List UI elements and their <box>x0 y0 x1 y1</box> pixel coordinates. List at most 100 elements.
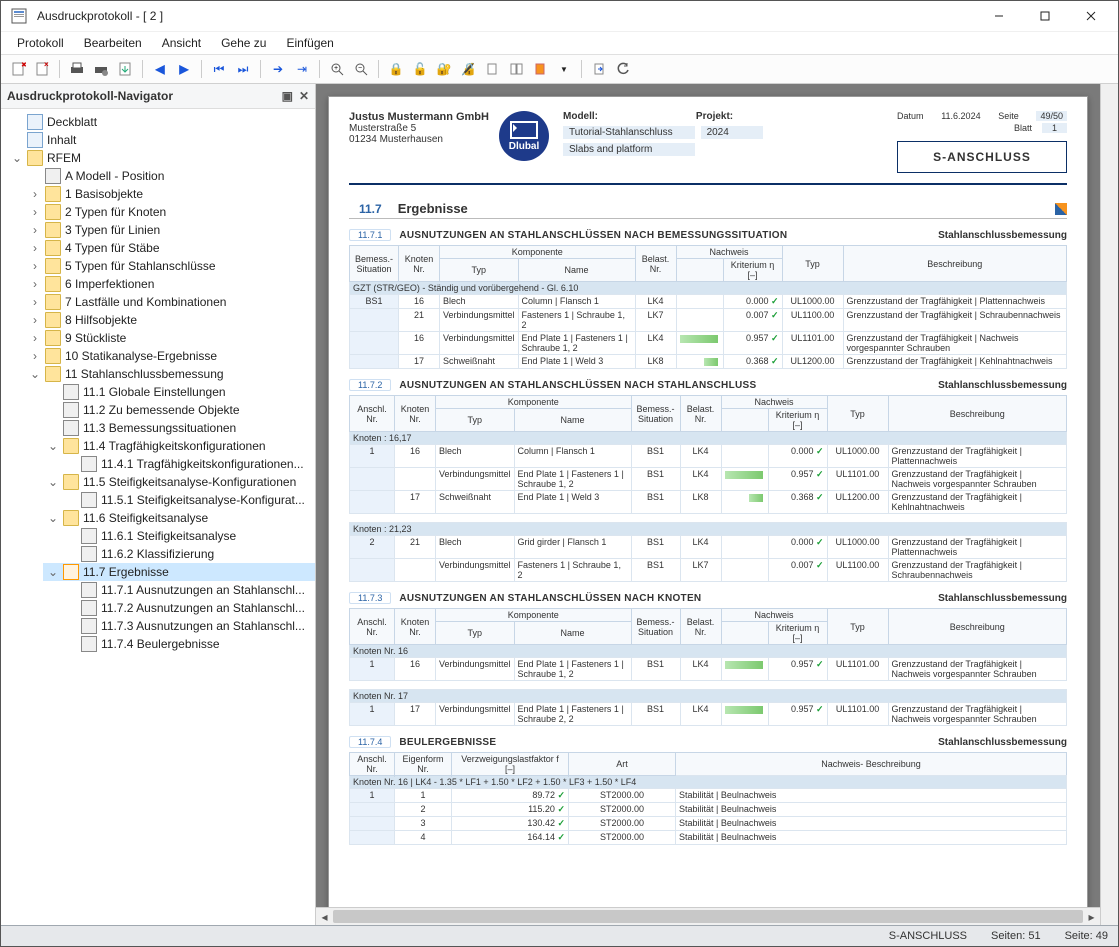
lock4-icon[interactable]: 🔏 <box>457 58 479 80</box>
preview-scroll[interactable]: Justus Mustermann GmbH Musterstraße 5 01… <box>316 84 1100 907</box>
horizontal-scrollbar[interactable]: ◂ ▸ <box>316 907 1100 925</box>
svg-text:✖: ✖ <box>21 62 26 69</box>
tree-a-modell[interactable]: A Modell - Position <box>25 167 315 185</box>
tree-11-7-2[interactable]: 11.7.2 Ausnutzungen an Stahlanschl... <box>61 599 315 617</box>
maximize-button[interactable] <box>1022 1 1068 31</box>
tree-11-3[interactable]: 11.3 Bemessungssituationen <box>43 419 315 437</box>
nav-pin-icon[interactable]: ▣ <box>282 89 293 103</box>
lock3-icon[interactable]: 🔐 <box>433 58 455 80</box>
table-row: BS116BlechColumn | Flansch 1LK4 0.000 ✓U… <box>350 295 1067 309</box>
tree-5[interactable]: ›5 Typen für Stahlanschlüsse <box>25 257 315 275</box>
menu-bearbeiten[interactable]: Bearbeiten <box>76 34 150 52</box>
nav-next-icon[interactable]: ▶ <box>173 58 195 80</box>
lock2-icon[interactable]: 🔓 <box>409 58 431 80</box>
chevron-down-icon[interactable]: ▼ <box>553 58 575 80</box>
vertical-scrollbar[interactable] <box>1100 84 1118 925</box>
window-title: Ausdruckprotokoll - [ 2 ] <box>33 9 976 23</box>
svg-text:+: + <box>334 65 338 72</box>
arrow-right-icon[interactable]: ➔ <box>267 58 289 80</box>
menu-bar: Protokoll Bearbeiten Ansicht Gehe zu Ein… <box>1 32 1118 55</box>
arrow-right2-icon[interactable]: ⇥ <box>291 58 313 80</box>
nav-prev-icon[interactable]: ◀ <box>149 58 171 80</box>
scroll-right-icon[interactable]: ▸ <box>1083 908 1100 925</box>
navigator-header: Ausdruckprotokoll-Navigator ▣ ✕ <box>1 84 315 109</box>
company-name: Justus Mustermann GmbH <box>349 111 489 123</box>
menu-einfuegen[interactable]: Einfügen <box>278 34 341 52</box>
refresh-icon[interactable] <box>612 58 634 80</box>
export-icon[interactable] <box>114 58 136 80</box>
report-header: Justus Mustermann GmbH Musterstraße 5 01… <box>349 111 1067 185</box>
tree-3[interactable]: ›3 Typen für Linien <box>25 221 315 239</box>
page1-icon[interactable] <box>481 58 503 80</box>
tree-11-6-2[interactable]: 11.6.2 Klassifizierung <box>61 545 315 563</box>
status-section: S-ANSCHLUSS <box>889 930 967 942</box>
title-bar: Ausdruckprotokoll - [ 2 ] <box>1 1 1118 32</box>
app-icon <box>11 8 27 24</box>
tree-11-7-3[interactable]: 11.7.3 Ausnutzungen an Stahlanschl... <box>61 617 315 635</box>
report-page: Justus Mustermann GmbH Musterstraße 5 01… <box>328 96 1088 907</box>
tree-11-4-1[interactable]: 11.4.1 Tragfähigkeitskonfigurationen... <box>61 455 315 473</box>
app-window: Ausdruckprotokoll - [ 2 ] Protokoll Bear… <box>0 0 1119 947</box>
tree-deckblatt[interactable]: Deckblatt <box>7 113 315 131</box>
close-button[interactable] <box>1068 1 1114 31</box>
menu-gehezu[interactable]: Gehe zu <box>213 34 274 52</box>
page-add-icon[interactable]: ✖ <box>7 58 29 80</box>
tree-11-5[interactable]: ⌄11.5 Steifigkeitsanalyse-Konfiguratione… <box>43 473 315 491</box>
tree-9[interactable]: ›9 Stückliste <box>25 329 315 347</box>
meta-model: Tutorial-Stahlanschluss <box>563 126 695 139</box>
table-row: VerbindungsmittelEnd Plate 1 | Fasteners… <box>350 468 1067 491</box>
tree-11-2[interactable]: 11.2 Zu bemessende Objekte <box>43 401 315 419</box>
meta-extra: Slabs and platform <box>563 143 695 156</box>
tree-10[interactable]: ›10 Statikanalyse-Ergebnisse <box>25 347 315 365</box>
tree-11-6-1[interactable]: 11.6.1 Steifigkeitsanalyse <box>61 527 315 545</box>
navigator-tree[interactable]: Deckblatt Inhalt ⌄RFEM A Modell - Positi… <box>1 109 315 925</box>
tree-rfem[interactable]: ⌄RFEM <box>7 149 315 167</box>
tree-inhalt[interactable]: Inhalt <box>7 131 315 149</box>
table-row: 1189.72 ✓ST2000.00Stabilität | Beulnachw… <box>350 789 1067 803</box>
page-remove-icon[interactable]: × <box>31 58 53 80</box>
table-row: 116BlechColumn | Flansch 1BS1LK4 0.000 ✓… <box>350 445 1067 468</box>
page-orange-icon[interactable] <box>529 58 551 80</box>
zoom-in-icon[interactable]: + <box>326 58 348 80</box>
navigator-title: Ausdruckprotokoll-Navigator <box>7 89 173 103</box>
nav-first-icon[interactable]: ⏮ <box>208 58 230 80</box>
nav-last-icon[interactable]: ⏭ <box>232 58 254 80</box>
tree-11-6[interactable]: ⌄11.6 Steifigkeitsanalyse <box>43 509 315 527</box>
tree-11-7-1[interactable]: 11.7.1 Ausnutzungen an Stahlanschl... <box>61 581 315 599</box>
tree-11-4[interactable]: ⌄11.4 Tragfähigkeitskonfigurationen <box>43 437 315 455</box>
company-city: 01234 Musterhausen <box>349 134 443 145</box>
page2-icon[interactable] <box>505 58 527 80</box>
tree-7[interactable]: ›7 Lastfälle und Kombinationen <box>25 293 315 311</box>
tree-1[interactable]: ›1 Basisobjekte <box>25 185 315 203</box>
svg-text:×: × <box>44 61 49 69</box>
table-row: VerbindungsmittelFasteners 1 | Schraube … <box>350 559 1067 582</box>
minimize-button[interactable] <box>976 1 1022 31</box>
print-icon[interactable] <box>66 58 88 80</box>
tree-11-7-4[interactable]: 11.7.4 Beulergebnisse <box>61 635 315 653</box>
tree-11-1[interactable]: 11.1 Globale Einstellungen <box>43 383 315 401</box>
table-row: 3130.42 ✓ST2000.00Stabilität | Beulnachw… <box>350 817 1067 831</box>
doc-arrow-icon[interactable] <box>588 58 610 80</box>
tree-6[interactable]: ›6 Imperfektionen <box>25 275 315 293</box>
zoom-out-icon[interactable]: − <box>350 58 372 80</box>
table-11-7-3: Anschl. Nr.Knoten Nr.KomponenteBemess.- … <box>349 608 1067 726</box>
nav-close-icon[interactable]: ✕ <box>299 89 309 103</box>
tree-11[interactable]: ⌄11 Stahlanschlussbemessung <box>25 365 315 383</box>
tree-8[interactable]: ›8 Hilfsobjekte <box>25 311 315 329</box>
tree-2[interactable]: ›2 Typen für Knoten <box>25 203 315 221</box>
tree-11-5-1[interactable]: 11.5.1 Steifigkeitsanalyse-Konfigurat... <box>61 491 315 509</box>
content-area: Ausdruckprotokoll-Navigator ▣ ✕ Deckblat… <box>1 84 1118 925</box>
company-street: Musterstraße 5 <box>349 123 416 134</box>
section-header: 11.7 Ergebnisse <box>349 199 1067 219</box>
tree-11-7[interactable]: ⌄11.7 Ergebnisse <box>43 563 315 581</box>
menu-ansicht[interactable]: Ansicht <box>154 34 209 52</box>
preview-panel: Justus Mustermann GmbH Musterstraße 5 01… <box>316 84 1118 925</box>
meta-project: 2024 <box>701 126 763 139</box>
print-settings-icon[interactable] <box>90 58 112 80</box>
table-row: 117VerbindungsmittelEnd Plate 1 | Fasten… <box>350 703 1067 726</box>
menu-protokoll[interactable]: Protokoll <box>9 34 72 52</box>
tree-4[interactable]: ›4 Typen für Stäbe <box>25 239 315 257</box>
table-row: 21VerbindungsmittelFasteners 1 | Schraub… <box>350 309 1067 332</box>
scroll-left-icon[interactable]: ◂ <box>316 908 333 925</box>
lock1-icon[interactable]: 🔒 <box>385 58 407 80</box>
